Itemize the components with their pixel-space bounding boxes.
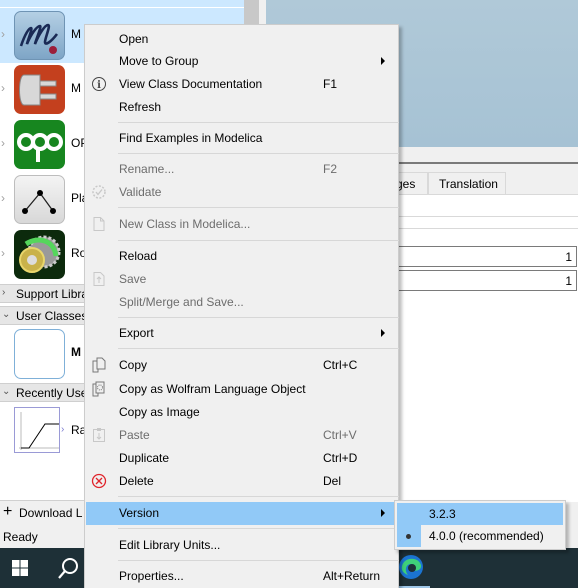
menu-item-validate[interactable]: Validate xyxy=(86,181,397,204)
copy-icon xyxy=(91,357,107,373)
menu-item-edit-library-units[interactable]: Edit Library Units... xyxy=(86,534,397,557)
menu-item-duplicate[interactable]: Duplicate Ctrl+D xyxy=(86,447,397,470)
numeric-field[interactable]: 1 xyxy=(396,246,577,267)
menu-item-delete[interactable]: Delete Del xyxy=(86,470,397,493)
electrical-plug-icon xyxy=(14,65,65,114)
menu-item-split-merge-save[interactable]: Split/Merge and Save... xyxy=(86,291,397,314)
paste-icon xyxy=(91,427,107,443)
copy-wolfram-icon xyxy=(91,381,107,397)
menu-item-move-to-group[interactable]: Move to Group xyxy=(86,50,397,73)
windows-start-icon[interactable] xyxy=(12,560,28,576)
menu-item-save[interactable]: Save xyxy=(86,268,397,291)
library-name: M xyxy=(71,81,81,95)
menu-item-export[interactable]: Export xyxy=(86,322,397,345)
new-document-icon xyxy=(91,216,107,232)
menu-item-rename[interactable]: Rename... F2 xyxy=(86,158,397,181)
search-icon[interactable] xyxy=(56,556,80,580)
user-class-name: M xyxy=(71,345,81,359)
modelica-logo-icon xyxy=(14,11,65,60)
panel-splitter[interactable] xyxy=(259,0,262,24)
chevron-down-icon: ⌄ xyxy=(2,386,11,397)
chevron-right-icon: › xyxy=(2,287,6,298)
chevron-right-icon[interactable]: › xyxy=(1,136,11,150)
chevron-right-icon[interactable]: › xyxy=(1,246,11,260)
menu-item-refresh[interactable]: Refresh xyxy=(86,96,397,119)
version-option-3-2-3[interactable]: 3.2.3 xyxy=(397,503,563,525)
panel-scrollbar[interactable] xyxy=(244,0,260,24)
chevron-right-icon[interactable]: › xyxy=(1,191,11,205)
menu-item-copy[interactable]: Copy Ctrl+C xyxy=(86,354,397,377)
tab-messages[interactable]: ges xyxy=(395,172,428,194)
menu-separator xyxy=(118,528,399,529)
connector-arrow-icon: › xyxy=(61,424,65,435)
version-option-4-0-0[interactable]: 4.0.0 (recommended) xyxy=(397,525,563,547)
delete-icon xyxy=(91,473,107,489)
menu-item-properties[interactable]: Properties... Alt+Return xyxy=(86,565,397,588)
info-icon: i xyxy=(91,76,107,92)
menu-separator xyxy=(118,560,399,561)
submenu-arrow-icon xyxy=(381,57,385,65)
radio-bullet-icon xyxy=(406,534,411,539)
menu-item-copy-as-image[interactable]: Copy as Image xyxy=(86,401,397,424)
version-submenu: 3.2.3 4.0.0 (recommended) xyxy=(394,500,566,550)
save-icon xyxy=(91,271,107,287)
menu-separator xyxy=(118,496,399,497)
library-item-top-partial[interactable] xyxy=(0,0,244,7)
edge-browser-icon[interactable] xyxy=(398,554,424,580)
menu-separator xyxy=(118,240,399,241)
menu-separator xyxy=(118,317,399,318)
divider xyxy=(396,216,578,217)
plus-icon: + xyxy=(3,503,13,520)
validate-icon xyxy=(91,184,107,200)
svg-text:i: i xyxy=(97,80,101,91)
menu-item-copy-wolfram[interactable]: Copy as Wolfram Language Object xyxy=(86,378,397,401)
submenu-arrow-icon xyxy=(381,329,385,337)
submenu-arrow-icon xyxy=(381,509,385,517)
context-menu: Open Move to Group i View Class Document… xyxy=(84,24,399,588)
ramp-icon xyxy=(14,407,60,453)
menu-item-reload[interactable]: Reload xyxy=(86,245,397,268)
planar-mechanics-icon xyxy=(14,175,65,224)
menu-item-version[interactable]: Version xyxy=(86,502,397,525)
menu-item-open[interactable]: Open xyxy=(86,28,397,51)
menu-separator xyxy=(118,153,399,154)
chevron-right-icon[interactable]: › xyxy=(1,81,11,95)
menu-separator xyxy=(118,122,399,123)
menu-item-new-class[interactable]: New Class in Modelica... xyxy=(86,213,397,236)
menu-separator xyxy=(118,348,399,349)
chevron-right-icon[interactable]: › xyxy=(1,27,11,41)
menu-separator xyxy=(118,207,399,208)
numeric-field[interactable]: 1 xyxy=(396,270,577,291)
opc-logo-icon xyxy=(14,120,65,169)
menu-item-view-class-documentation[interactable]: i View Class Documentation F1 xyxy=(86,73,397,96)
tab-translation[interactable]: Translation xyxy=(428,172,506,194)
menu-item-paste[interactable]: Paste Ctrl+V xyxy=(86,424,397,447)
chevron-down-icon: ⌄ xyxy=(2,309,11,320)
divider xyxy=(396,228,578,229)
rotational-gear-icon xyxy=(14,230,65,279)
properties-panel: 1 1 xyxy=(396,194,578,502)
menu-item-find-examples[interactable]: Find Examples in Modelica xyxy=(86,127,397,150)
library-name: M xyxy=(71,27,81,41)
empty-class-icon xyxy=(14,329,65,379)
